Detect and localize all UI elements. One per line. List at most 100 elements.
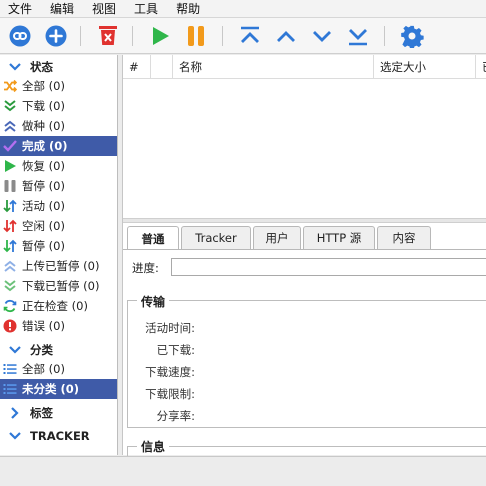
download-icon <box>3 99 17 113</box>
move-bottom-icon <box>349 29 367 46</box>
sidebar-item-label: 下载 (0) <box>22 99 65 113</box>
sidebar-item-label: 恢复 (0) <box>22 159 65 173</box>
chevron-down-icon <box>8 429 22 443</box>
toolbar-separator <box>80 26 81 46</box>
list-icon <box>3 382 17 396</box>
menu-help[interactable]: 帮助 <box>176 0 200 17</box>
settings-button[interactable] <box>398 22 426 50</box>
move-up-icon <box>277 31 295 42</box>
tags-header-label: 标签 <box>30 406 53 420</box>
toolbar <box>0 18 486 54</box>
sidebar: 状态 全部 (0) 下载 (0) 做种 (0) 完成 (0) 恢复 (0) 暂停… <box>0 55 118 455</box>
sidebar-item-label: 完成 (0) <box>22 139 68 153</box>
torrent-table-header: # 名称 选定大小 已 <box>123 55 486 79</box>
add-link-button[interactable] <box>6 22 34 50</box>
sidebar-item-checking[interactable]: 正在检查 (0) <box>0 296 117 316</box>
sidebar-category-all[interactable]: 全部 (0) <box>0 359 117 379</box>
sidebar-item-label: 做种 (0) <box>22 119 65 133</box>
field-downloaded-label: 已下载: <box>156 343 195 357</box>
sidebar-item-all[interactable]: 全部 (0) <box>0 76 117 96</box>
field-download-limit-label: 下载限制: <box>145 387 195 401</box>
tab-general[interactable]: 普通 <box>127 226 179 250</box>
pause-button[interactable] <box>182 22 210 50</box>
tab-peers[interactable]: 用户 <box>253 226 301 249</box>
menu-file[interactable]: 文件 <box>8 0 32 17</box>
pause-icon <box>188 26 204 46</box>
sidebar-item-active[interactable]: 活动 (0) <box>0 196 117 216</box>
torrent-list[interactable] <box>123 80 486 218</box>
chevron-down-icon <box>8 343 22 357</box>
link-icon <box>9 25 31 47</box>
chevron-right-icon <box>8 406 22 420</box>
settings-icon <box>401 25 424 48</box>
checking-icon <box>3 299 17 313</box>
menu-view[interactable]: 视图 <box>92 0 116 17</box>
add-torrent-button[interactable] <box>42 22 70 50</box>
column-header-blank[interactable] <box>151 55 173 79</box>
sidebar-category-uncategorized[interactable]: 未分类 (0) <box>0 379 117 399</box>
delete-button[interactable] <box>94 22 122 50</box>
sidebar-item-download-paused[interactable]: 下载已暂停 (0) <box>0 276 117 296</box>
sidebar-item-label: 空闲 (0) <box>22 219 65 233</box>
category-header-label: 分类 <box>30 343 53 357</box>
field-active-time-label: 活动时间: <box>145 321 195 335</box>
add-icon <box>45 25 67 47</box>
column-header-size[interactable]: 选定大小 <box>374 55 476 79</box>
menu-edit[interactable]: 编辑 <box>50 0 74 17</box>
column-header-name[interactable]: 名称 <box>173 55 374 79</box>
menu-tools[interactable]: 工具 <box>134 0 158 17</box>
main-panel: # 名称 选定大小 已 普通 Tracker 用户 HTTP 源 内容 进度: … <box>122 55 486 466</box>
info-legend: 信息 <box>137 438 170 455</box>
column-header-index[interactable]: # <box>123 55 151 79</box>
status-group-header[interactable]: 状态 <box>0 58 53 76</box>
chevron-down-icon <box>8 60 22 74</box>
active-icon <box>3 199 17 213</box>
seed-icon <box>3 119 17 133</box>
tab-http-sources[interactable]: HTTP 源 <box>303 226 375 249</box>
sidebar-item-inactive[interactable]: 空闲 (0) <box>0 216 117 236</box>
column-header-downloaded[interactable]: 已 <box>476 55 486 79</box>
resume-button[interactable] <box>146 22 174 50</box>
move-down-icon <box>313 31 331 42</box>
progress-bar <box>171 258 486 276</box>
play-icon <box>3 159 17 173</box>
resume-icon <box>153 27 169 45</box>
sidebar-item-downloading[interactable]: 下载 (0) <box>0 96 117 116</box>
error-icon <box>3 319 17 333</box>
shuffle-icon <box>3 79 17 93</box>
sidebar-item-paused[interactable]: 暂停 (0) <box>0 176 117 196</box>
transfer-legend: 传输 <box>137 293 170 310</box>
sidebar-item-seeding[interactable]: 做种 (0) <box>0 116 117 136</box>
sidebar-item-label: 暂停 (0) <box>22 239 65 253</box>
tags-group-header[interactable]: 标签 <box>0 404 53 422</box>
category-group-header[interactable]: 分类 <box>0 341 53 359</box>
tab-tracker[interactable]: Tracker <box>181 226 251 249</box>
sidebar-item-completed[interactable]: 完成 (0) <box>0 136 117 156</box>
stalled-icon <box>3 239 17 253</box>
progress-label: 进度: <box>132 261 159 275</box>
pause-icon <box>3 179 17 193</box>
move-top-button[interactable] <box>236 22 264 50</box>
sidebar-item-label: 未分类 (0) <box>22 382 80 396</box>
tracker-group-header[interactable]: TRACKER <box>0 427 90 445</box>
toolbar-separator <box>222 26 223 46</box>
sidebar-item-resumed[interactable]: 恢复 (0) <box>0 156 117 176</box>
field-download-speed-label: 下载速度: <box>145 365 195 379</box>
sidebar-item-label: 全部 (0) <box>22 79 65 93</box>
sidebar-item-label: 暂停 (0) <box>22 179 65 193</box>
status-bar <box>0 456 486 486</box>
sidebar-item-label: 全部 (0) <box>22 362 65 376</box>
sidebar-item-stalled[interactable]: 暂停 (0) <box>0 236 117 256</box>
delete-icon <box>99 26 117 45</box>
move-down-button[interactable] <box>308 22 336 50</box>
panel-splitter[interactable] <box>123 218 486 223</box>
toolbar-separator <box>132 26 133 46</box>
move-bottom-button[interactable] <box>344 22 372 50</box>
sidebar-item-label: 活动 (0) <box>22 199 65 213</box>
sidebar-item-error[interactable]: 错误 (0) <box>0 316 117 336</box>
move-up-button[interactable] <box>272 22 300 50</box>
tracker-header-label: TRACKER <box>30 429 90 443</box>
sidebar-item-upload-paused[interactable]: 上传已暂停 (0) <box>0 256 117 276</box>
tab-content[interactable]: 内容 <box>377 226 431 249</box>
field-ratio-label: 分享率: <box>156 409 195 423</box>
